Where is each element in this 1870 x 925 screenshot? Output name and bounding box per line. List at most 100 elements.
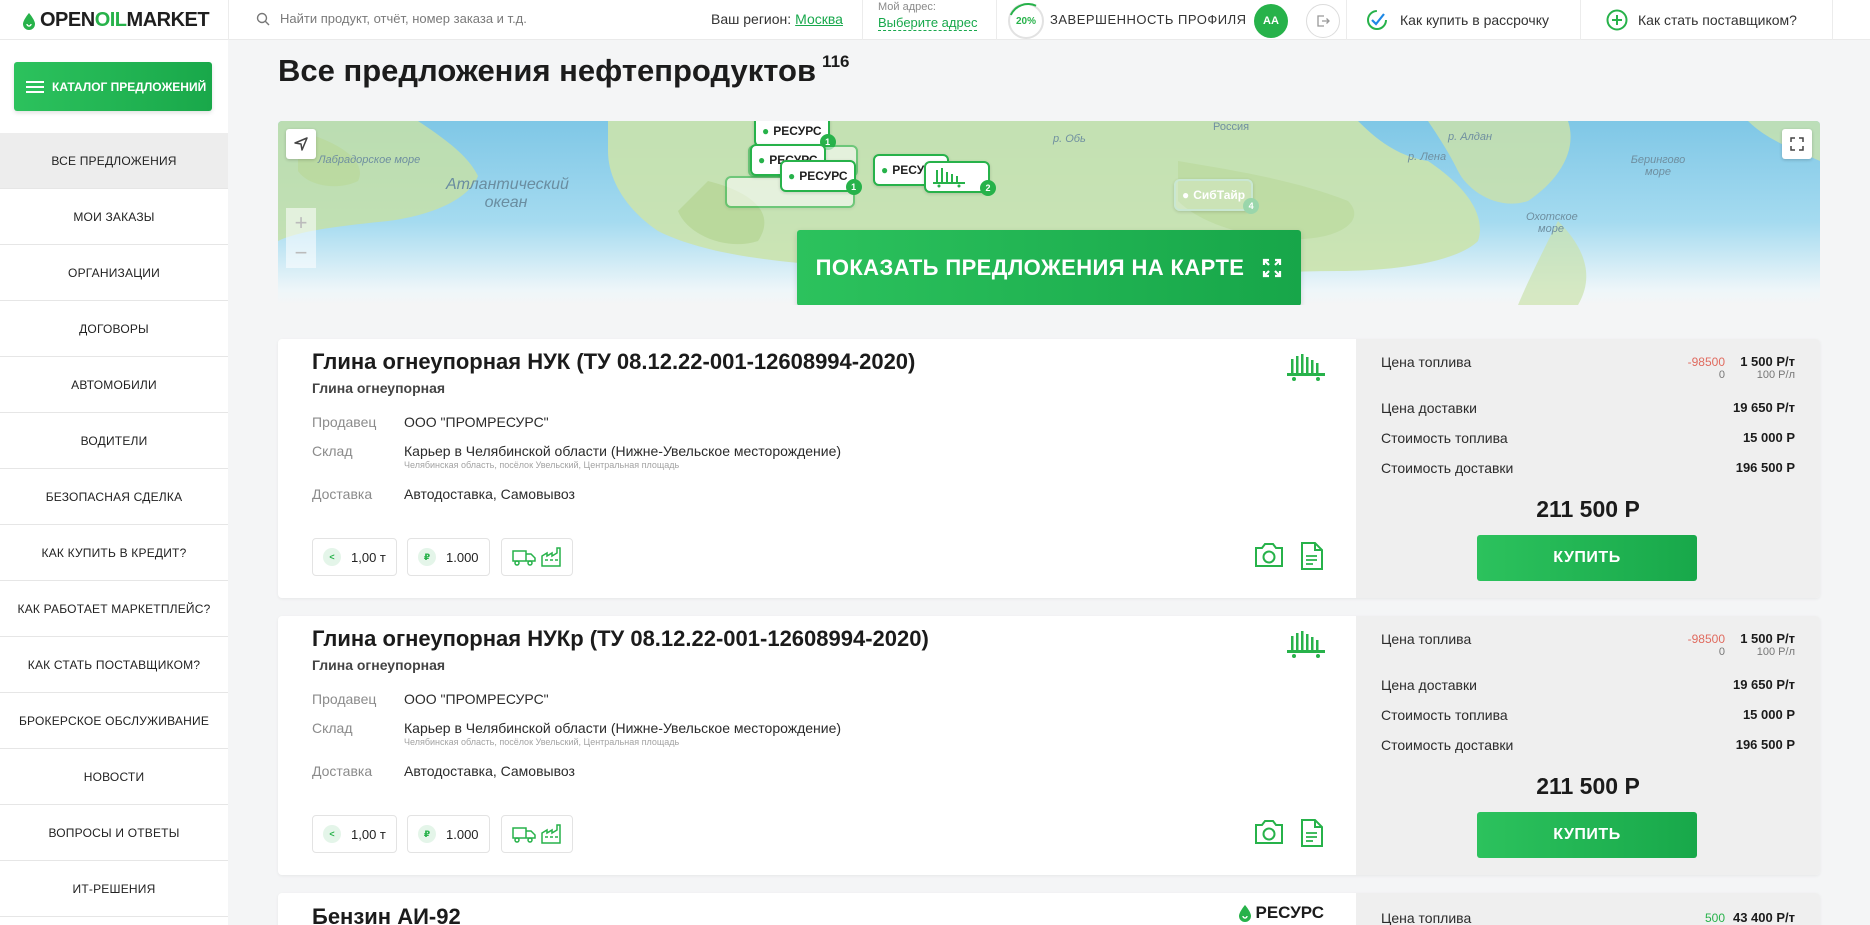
sidebar-item-all-offers[interactable]: ВСЕ ПРЕДЛОЖЕНИЯ xyxy=(0,133,228,189)
delivery-cost-value: 196 500 Р xyxy=(1735,460,1795,475)
sidebar-item-drivers[interactable]: ВОДИТЕЛИ xyxy=(0,413,228,469)
locate-button[interactable] xyxy=(286,129,316,159)
logo-drop-icon xyxy=(23,12,35,30)
logo-market: MARKET xyxy=(126,9,210,31)
buy-button[interactable]: КУПИТЬ xyxy=(1477,812,1697,858)
sidebar-item-my-orders[interactable]: МОИ ЗАКАЗЫ xyxy=(0,189,228,245)
expand-icon xyxy=(1263,258,1282,278)
catalog-button[interactable]: КАТАЛОГ ПРЕДЛОЖЕНИЙ xyxy=(14,62,212,111)
fuel-price-l: 100 Р/л xyxy=(1756,646,1795,658)
less-than-icon: < xyxy=(323,548,341,566)
map-marker-railcar[interactable]: 2 xyxy=(924,161,996,196)
become-supplier-label: Как стать поставщиком? xyxy=(1638,12,1797,28)
camera-icon[interactable] xyxy=(1253,818,1285,846)
fuel-price-per-liter: 0 100 Р/л xyxy=(1665,369,1795,381)
fuel-price-label: Цена топлива xyxy=(1381,910,1472,925)
min-volume-badge: <1,00 т xyxy=(312,538,397,576)
fuel-price-values: -98500 1 500 Р/т 0 100 Р/л xyxy=(1665,354,1795,381)
document-icon[interactable] xyxy=(1300,541,1324,571)
delivery-methods: Автодоставка, Самовывоз xyxy=(404,763,575,779)
sidebar-item-contracts[interactable]: ДОГОВОРЫ xyxy=(0,301,228,357)
avatar[interactable]: АА xyxy=(1254,4,1288,38)
drop-icon: ● xyxy=(758,153,766,167)
page-title-text: Все предложения нефтепродуктов xyxy=(278,53,817,88)
offer-title[interactable]: Глина огнеупорная НУКр (ТУ 08.12.22-001-… xyxy=(312,626,929,652)
offers-map[interactable]: Лабрадорское море Атлантический океан Бе… xyxy=(278,121,1820,305)
sidebar-nav: ВСЕ ПРЕДЛОЖЕНИЯ МОИ ЗАКАЗЫ ОРГАНИЗАЦИИ Д… xyxy=(0,133,228,917)
fuel-cost-value: 15 000 Р xyxy=(1742,430,1795,445)
min-volume-badge: <1,00 т xyxy=(312,815,397,853)
map-marker-count: 2 xyxy=(980,180,996,196)
sidebar-item-safe-deal[interactable]: БЕЗОПАСНАЯ СДЕЛКА xyxy=(0,469,228,525)
sidebar-item-credit[interactable]: КАК КУПИТЬ В КРЕДИТ? xyxy=(0,525,228,581)
map-marker-label: РЕСУРС xyxy=(799,169,848,183)
fullscreen-button[interactable] xyxy=(1782,129,1812,159)
divider xyxy=(1832,0,1833,40)
map-marker-count: 4 xyxy=(1243,198,1260,214)
delivery-methods: Автодоставка, Самовывоз xyxy=(404,486,575,502)
sidebar-item-organizations[interactable]: ОРГАНИЗАЦИИ xyxy=(0,245,228,301)
offer-title[interactable]: Бензин АИ-92 xyxy=(312,904,461,925)
logout-button[interactable] xyxy=(1306,4,1340,38)
railcar-icon xyxy=(933,168,965,188)
fuel-cost-label: Стоимость топлива xyxy=(1381,707,1508,723)
offer-details: Глина огнеупорная НУКр (ТУ 08.12.22-001-… xyxy=(278,616,1356,875)
less-than-icon: < xyxy=(323,825,341,843)
show-on-map-button[interactable]: ПОКАЗАТЬ ПРЕДЛОЖЕНИЯ НА КАРТЕ xyxy=(797,230,1301,305)
zoom-in-button[interactable]: + xyxy=(286,208,316,238)
offer-title[interactable]: Глина огнеупорная НУК (ТУ 08.12.22-001-1… xyxy=(312,349,915,375)
logo-oil: OIL xyxy=(94,9,127,31)
offer-total: 211 500 Р xyxy=(1536,496,1640,522)
become-supplier-link[interactable]: Как стать поставщиком? xyxy=(1606,9,1797,31)
zoom-out-button[interactable]: − xyxy=(286,238,316,268)
logout-icon xyxy=(1317,15,1330,27)
document-icon[interactable] xyxy=(1300,818,1324,848)
map-label-russia: Россия xyxy=(1213,121,1250,133)
expand-icon xyxy=(1790,137,1804,151)
search-bar[interactable] xyxy=(256,11,700,26)
my-address[interactable]: Мой адрес: Выберите адрес xyxy=(878,1,978,32)
map-label-okhotsk: Охотское море xyxy=(1526,211,1578,235)
my-address-link[interactable]: Выберите адрес xyxy=(878,15,978,31)
delivery-price-label: Цена доставки xyxy=(1381,677,1477,693)
map-label-aldan: р. Алдан xyxy=(1448,131,1493,143)
sidebar-item-faq[interactable]: ВОПРОСЫ И ОТВЕТЫ xyxy=(0,805,228,861)
seller-name[interactable]: ООО "ПРОМРЕСУРС" xyxy=(404,414,549,430)
sidebar-item-news[interactable]: НОВОСТИ xyxy=(0,749,228,805)
top-header: OPENOILMARKET Ваш регион:Москва Мой адре… xyxy=(0,0,1870,40)
profile-completeness-label[interactable]: ЗАВЕРШЕННОСТЬ ПРОФИЛЯ xyxy=(1050,12,1247,27)
region-selector: Ваш регион: Москва xyxy=(711,11,843,27)
logo-open: OPEN xyxy=(40,9,95,31)
map-label-lena: р. Лена xyxy=(1408,151,1447,163)
map-marker[interactable]: ● СибТайр 4 xyxy=(1174,179,1260,214)
installment-link[interactable]: Как купить в рассрочку xyxy=(1366,9,1549,31)
sidebar-item-brokerage[interactable]: БРОКЕРСКОЕ ОБСЛУЖИВАНИЕ xyxy=(0,693,228,749)
map-marker[interactable]: ●РЕСУРС1 xyxy=(780,160,862,195)
search-input[interactable] xyxy=(280,11,700,26)
drop-icon: ● xyxy=(881,163,889,177)
fuel-discount: 500 xyxy=(1704,911,1725,925)
logo[interactable]: OPEN OIL MARKET xyxy=(22,9,210,32)
drop-icon: ● xyxy=(762,124,770,138)
sidebar-item-vehicles[interactable]: АВТОМОБИЛИ xyxy=(0,357,228,413)
seller-name[interactable]: ООО "ПРОМРЕСУРС" xyxy=(404,691,549,707)
buy-button[interactable]: КУПИТЬ xyxy=(1477,535,1697,581)
camera-icon[interactable] xyxy=(1253,541,1285,569)
search-icon[interactable] xyxy=(256,12,270,26)
sidebar-item-become-supplier[interactable]: КАК СТАТЬ ПОСТАВЩИКОМ? xyxy=(0,637,228,693)
min-price-value: 1.000 xyxy=(446,826,479,842)
sidebar-item-how-marketplace-works[interactable]: КАК РАБОТАЕТ МАРКЕТПЛЕЙС? xyxy=(0,581,228,637)
fuel-price-per-liter: 0 100 Р/л xyxy=(1665,646,1795,658)
sidebar-item-it-solutions[interactable]: ИТ-РЕШЕНИЯ xyxy=(0,861,228,917)
map-label-ob: р. Обь xyxy=(1053,133,1086,145)
supplier-brand-logo: РЕСУРС xyxy=(1238,903,1324,923)
fuel-price-per-ton: -98500 1 500 Р/т xyxy=(1665,354,1795,369)
divider xyxy=(228,0,229,40)
installment-label: Как купить в рассрочку xyxy=(1400,12,1549,28)
fuel-discount-l: 0 xyxy=(1718,369,1725,381)
ruble-icon: ₽ xyxy=(418,548,436,566)
profile-progress-ring[interactable]: 20% xyxy=(1008,3,1044,39)
region-label: Ваш регион: xyxy=(711,11,792,27)
region-link[interactable]: Москва xyxy=(795,11,843,27)
delivery-price-value: 19 650 Р/т xyxy=(1732,677,1795,692)
